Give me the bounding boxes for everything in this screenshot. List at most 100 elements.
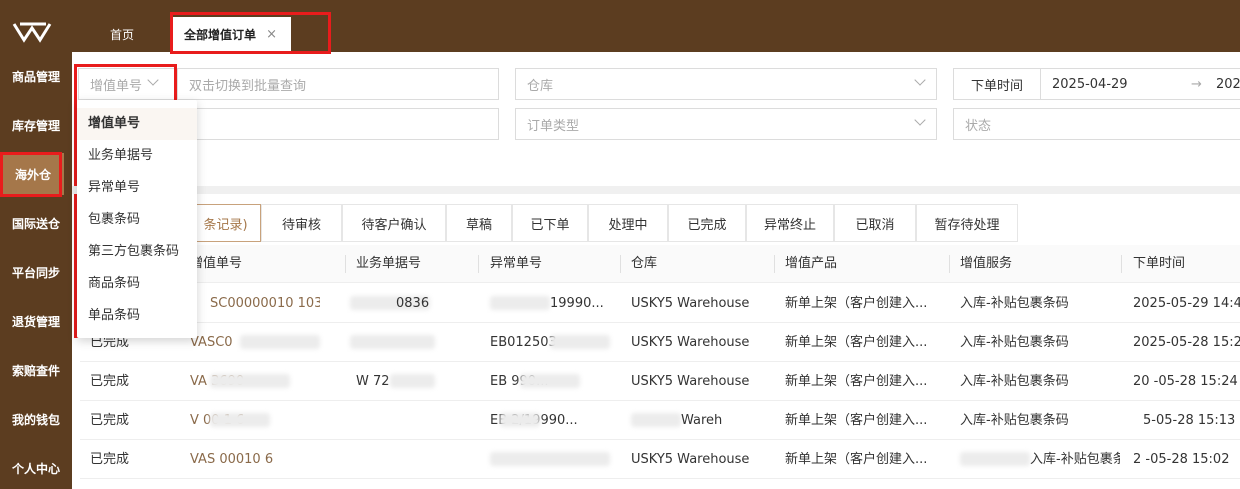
sidebar-item-claims[interactable]: 索赔查件 (0, 349, 72, 391)
tab-draft[interactable]: 草稿 (446, 204, 512, 242)
cell-warehouse: Wareh (681, 413, 723, 428)
table-row[interactable]: 已完成 VAS 00010 6 USKY5 Warehouse 新单上架（客户创… (80, 440, 1240, 479)
sidebar-item-inventory[interactable]: 库存管理 (0, 104, 72, 146)
status-select[interactable]: 状态 (953, 108, 1240, 140)
sidebar-item-label: 个人中心 (11, 461, 60, 476)
warehouse-select[interactable]: 仓库 (515, 68, 937, 100)
col-divider (774, 255, 775, 273)
status-placeholder: 状态 (965, 118, 992, 134)
sidebar-item-returns[interactable]: 退货管理 (0, 300, 72, 342)
warehouse-placeholder: 仓库 (527, 78, 554, 94)
order-time-label: 下单时间 (953, 68, 1041, 100)
sidebar-item-wallet[interactable]: 我的钱包 (0, 398, 72, 440)
col-divider (620, 255, 621, 273)
option-exc-no[interactable]: 异常单号 (77, 172, 197, 204)
cell-vas-no[interactable]: VAS 00010 6 (190, 440, 330, 479)
search-type-value: 增值单号 (90, 78, 143, 94)
cell-status: 已完成 (90, 374, 130, 389)
col-divider (478, 255, 479, 273)
tab-staged[interactable]: 暂存待处理 (916, 204, 1018, 242)
date-range-picker[interactable]: 2025-04-29 → 2025 (1040, 68, 1240, 100)
col-warehouse: 仓库 (631, 256, 658, 271)
col-divider (1121, 255, 1122, 273)
sidebar-item-label: 平台同步 (11, 265, 60, 280)
cell-time: 5-05-28 15:13 (1143, 413, 1236, 428)
tab-all-records[interactable]: 条记录) (190, 204, 261, 242)
option-product-barcode[interactable]: 商品条码 (77, 268, 197, 300)
table-header: 增值单号 业务单据号 异常单号 仓库 增值产品 增值服务 下单时间 (80, 245, 1240, 283)
redacted (500, 413, 540, 427)
sidebar-item-platform-sync[interactable]: 平台同步 (0, 251, 72, 293)
cell-service: 入库-补贴包裹条码 (960, 335, 1069, 350)
top-tab-bar: 首页 全部增值订单 × (72, 0, 1240, 52)
redacted (350, 335, 435, 349)
cell-service: 入库-补贴包裹条码 (960, 374, 1069, 389)
cell-vas-no[interactable]: SC00000010 103 (210, 284, 320, 323)
batch-input[interactable] (177, 108, 499, 140)
table-row[interactable]: 已完成 VA 3690 W 72 EB 990... USKY5 Warehou… (80, 362, 1240, 401)
table-row[interactable]: 已完成 V 00 1 6 EB 2/19990... Wareh 新单上架（客户… (80, 401, 1240, 440)
cell-product: 新单上架（客户创建入... (785, 452, 928, 467)
order-type-select[interactable]: 订单类型 (515, 108, 937, 140)
redacted (490, 296, 550, 310)
col-product: 增值产品 (785, 256, 838, 271)
cell-product: 新单上架（客户创建入... (785, 335, 928, 350)
sidebar-item-label: 索赔查件 (11, 363, 60, 378)
search-type-select[interactable]: 增值单号 (78, 68, 178, 100)
sidebar-item-profile[interactable]: 个人中心 (0, 447, 72, 489)
cell-status: 已完成 (90, 452, 130, 467)
search-input[interactable]: 双击切换到批量查询 (177, 68, 499, 100)
date-start: 2025-04-29 (1052, 76, 1128, 92)
redacted (631, 413, 681, 427)
option-biz-no[interactable]: 业务单据号 (77, 140, 197, 172)
order-type-placeholder: 订单类型 (527, 118, 580, 134)
redacted (210, 374, 290, 388)
chevron-down-icon (147, 74, 159, 86)
close-icon[interactable]: × (266, 27, 277, 42)
sidebar: 商品管理 库存管理 海外仓 国际送仓 平台同步 退货管理 索赔查件 我的钱包 个… (0, 0, 72, 489)
tab-processing[interactable]: 处理中 (588, 204, 668, 242)
search-placeholder: 双击切换到批量查询 (189, 78, 307, 94)
redacted (960, 452, 1030, 466)
tab-all-vas-orders[interactable]: 全部增值订单 × (173, 17, 291, 52)
redacted (520, 374, 580, 388)
col-divider (345, 255, 346, 273)
cell-biz-no: 0836 (396, 296, 430, 311)
sidebar-item-intl-shipping[interactable]: 国际送仓 (0, 202, 72, 244)
redacted (210, 413, 270, 427)
option-item-barcode[interactable]: 单品条码 (77, 300, 197, 332)
cell-warehouse: USKY5 Warehouse (631, 452, 750, 467)
cell-time: 2 -05-28 15:02 (1133, 452, 1230, 467)
option-3p-package-barcode[interactable]: 第三方包裹条码 (77, 236, 197, 268)
cell-time: 2025-05-28 15:25 (1133, 335, 1240, 350)
tab-cancelled[interactable]: 已取消 (834, 204, 916, 242)
option-package-barcode[interactable]: 包裹条码 (77, 204, 197, 236)
redacted (490, 452, 610, 466)
tab-completed[interactable]: 已完成 (668, 204, 746, 242)
cell-time: 2025-05-29 14:43 (1133, 296, 1240, 311)
search-type-dropdown: 增值单号 业务单据号 异常单号 包裹条码 第三方包裹条码 商品条码 单品条码 (77, 100, 197, 338)
cell-warehouse: USKY5 Warehouse (631, 335, 750, 350)
col-biz-no: 业务单据号 (356, 256, 422, 271)
tab-abnormal-ended[interactable]: 异常终止 (746, 204, 834, 242)
arrow-right-icon: → (1191, 76, 1202, 92)
tab-home[interactable]: 首页 (110, 26, 134, 43)
cell-warehouse: USKY5 Warehouse (631, 374, 750, 389)
sidebar-item-product[interactable]: 商品管理 (0, 55, 72, 97)
sidebar-item-label: 商品管理 (11, 69, 60, 84)
chevron-down-icon (914, 114, 926, 126)
redacted (550, 335, 610, 349)
sidebar-item-overseas-warehouse[interactable]: 海外仓 (2, 153, 64, 195)
date-end: 2025 (1216, 76, 1240, 92)
sidebar-item-label: 库存管理 (11, 118, 60, 133)
option-vas-no[interactable]: 增值单号 (77, 108, 197, 140)
table-row[interactable]: SC00000010 103 0836 19990... USKY5 Wareh… (80, 284, 1240, 323)
tab-label: 全部增值订单 (184, 28, 257, 42)
tab-ordered[interactable]: 已下单 (512, 204, 588, 242)
cell-service: 入库-补贴包裹条码 (960, 413, 1069, 428)
cell-time: 20 -05-28 15:24 (1133, 374, 1238, 389)
sidebar-item-label: 我的钱包 (11, 412, 60, 427)
tab-pending-customer[interactable]: 待客户确认 (342, 204, 446, 242)
table-row[interactable]: 已完成 VASC0 EB012503 USKY5 Warehouse 新单上架（… (80, 323, 1240, 362)
tab-pending-review[interactable]: 待审核 (261, 204, 342, 242)
